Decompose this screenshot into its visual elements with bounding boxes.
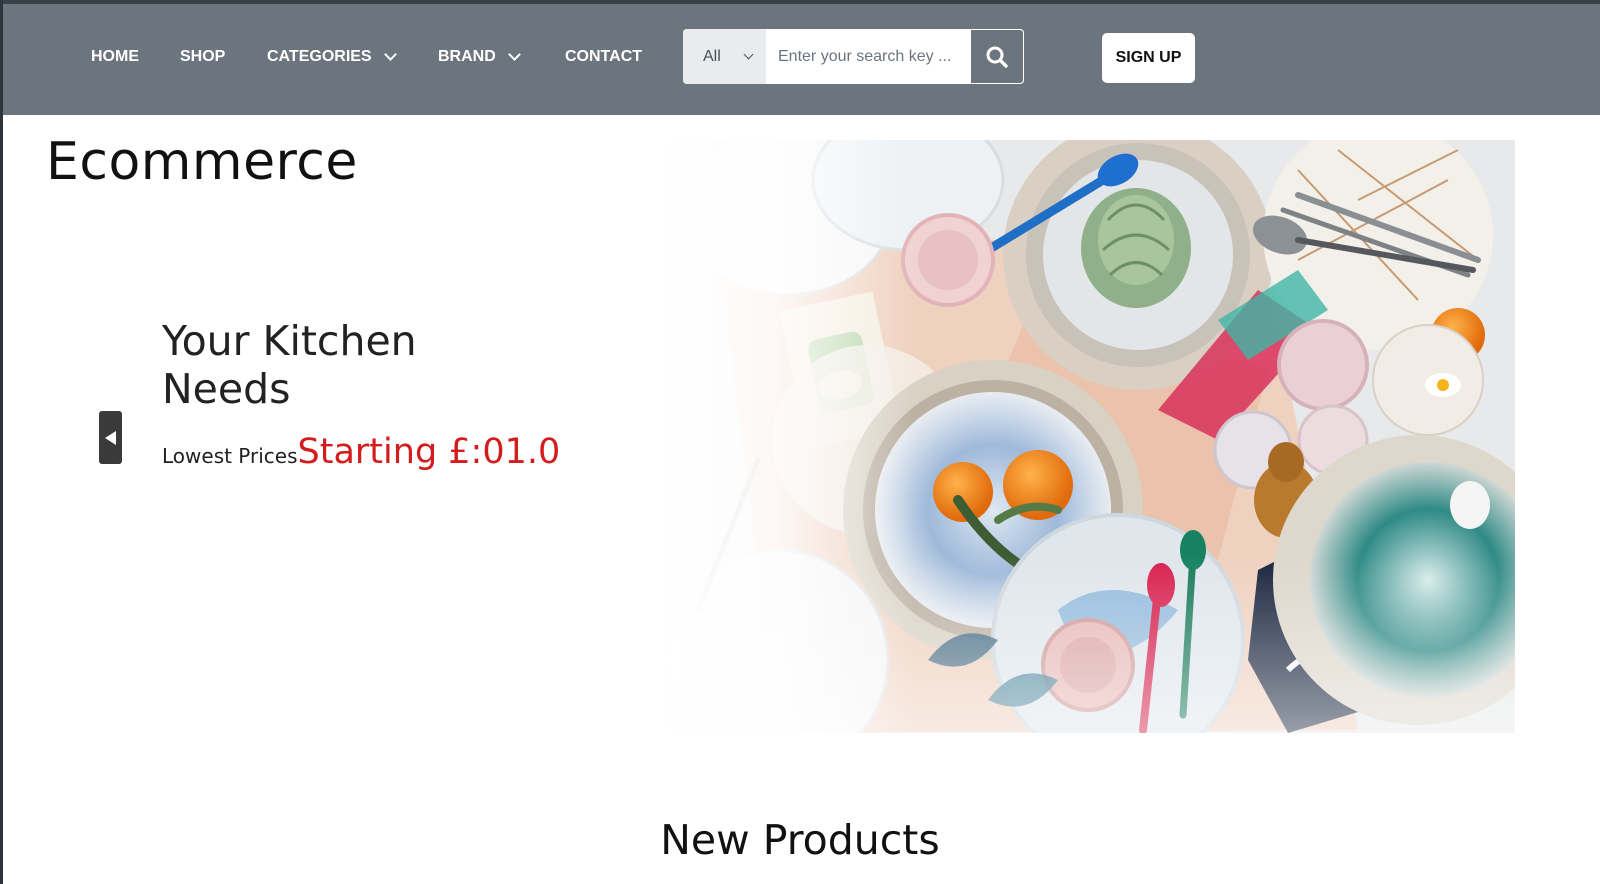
nav-home[interactable]: HOME <box>91 46 139 68</box>
chevron-down-icon <box>383 48 397 61</box>
nav-brand-dropdown[interactable]: BRAND <box>438 46 521 68</box>
top-navbar: HOME SHOP CATEGORIES BRAND CONTACT All S… <box>0 0 1600 115</box>
search-category-select[interactable]: All <box>683 29 766 84</box>
search-button[interactable] <box>970 29 1024 84</box>
nav-brand-label: BRAND <box>438 48 496 65</box>
chevron-down-icon <box>507 48 521 61</box>
tableware-photo <box>658 140 1515 733</box>
nav-categories-label: CATEGORIES <box>267 48 372 65</box>
hero-subline: Lowest Prices Starting £:01.0 <box>162 432 560 472</box>
chevron-down-icon <box>743 49 754 60</box>
starting-price-text: Starting £:01.0 <box>297 432 561 472</box>
signup-label: SIGN UP <box>1115 49 1182 66</box>
nav-home-label: HOME <box>91 48 139 65</box>
brand-title: Ecommerce <box>46 132 358 192</box>
search-input[interactable] <box>766 29 970 84</box>
nav-shop[interactable]: SHOP <box>180 46 225 68</box>
new-products-heading: New Products <box>660 816 940 864</box>
nav-contact[interactable]: CONTACT <box>565 46 642 68</box>
carousel-prev-button[interactable] <box>99 411 122 464</box>
hero-image <box>658 140 1515 733</box>
caret-left-icon <box>105 430 116 445</box>
lowest-prices-text: Lowest Prices <box>162 444 298 468</box>
nav-shop-label: SHOP <box>180 48 226 65</box>
window-left-edge <box>0 0 3 884</box>
hero-heading: Your Kitchen Needs <box>162 317 417 413</box>
window-top-edge <box>0 0 1600 4</box>
nav-contact-label: CONTACT <box>565 48 643 65</box>
signup-button[interactable]: SIGN UP <box>1102 33 1195 83</box>
search-category-value: All <box>703 47 721 65</box>
search-bar: All <box>683 29 1024 84</box>
search-icon <box>986 46 1008 68</box>
nav-categories-dropdown[interactable]: CATEGORIES <box>267 46 397 68</box>
